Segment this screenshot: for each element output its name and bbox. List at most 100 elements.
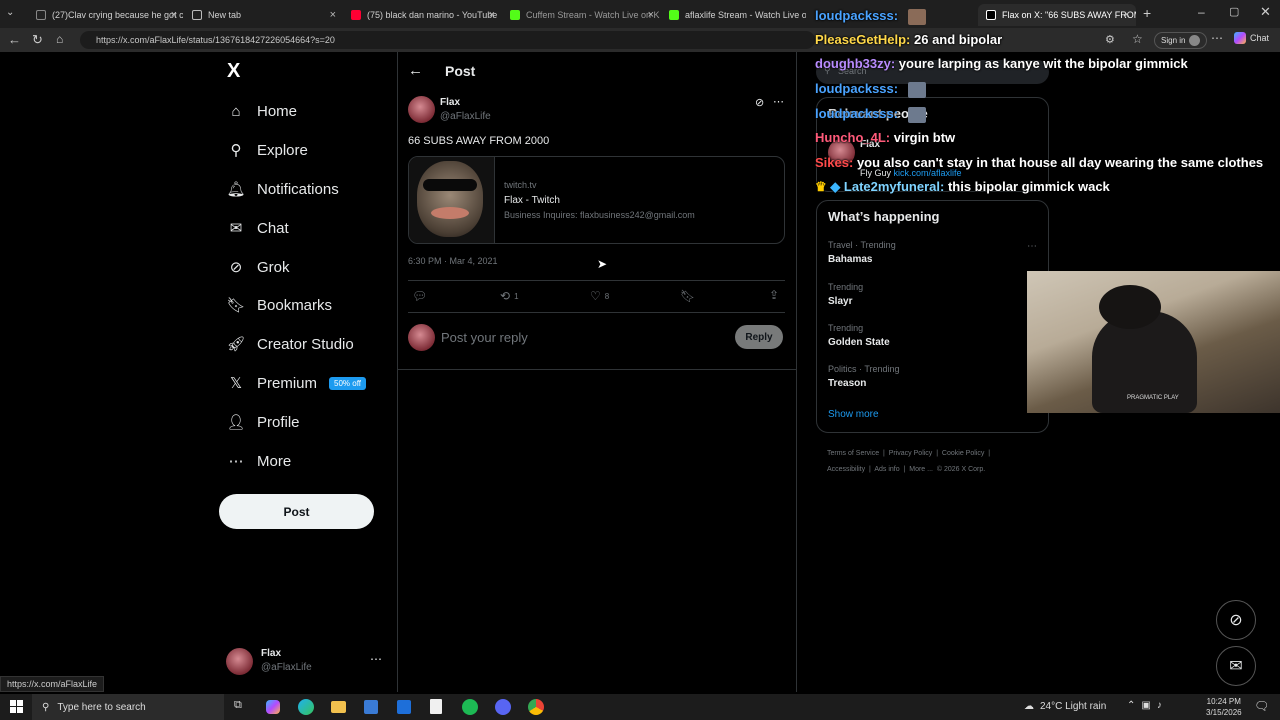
footer-link[interactable]: Privacy Policy: [889, 450, 933, 457]
author-name[interactable]: Flax: [440, 97, 460, 108]
nav-creator-studio[interactable]: 🚀︎ Creator Studio: [226, 332, 353, 356]
link-card[interactable]: twitch.tv Flax - Twitch Business Inquire…: [408, 156, 785, 244]
discord-icon[interactable]: [495, 699, 511, 715]
task-view-icon[interactable]: ⧉: [234, 699, 242, 712]
close-icon[interactable]: ×: [171, 9, 177, 21]
footer-link[interactable]: More ...: [909, 466, 933, 473]
file-icon[interactable]: [430, 699, 442, 714]
notifications-icon[interactable]: 🗨︎: [1254, 699, 1269, 713]
nav-explore[interactable]: ⚲ Explore: [227, 138, 308, 162]
trend-item[interactable]: Politics · Trending Treason: [828, 364, 900, 389]
trend-item[interactable]: Travel · Trending Bahamas: [828, 240, 896, 265]
trend-item[interactable]: Trending Golden State: [828, 323, 890, 348]
chrome-icon[interactable]: [528, 699, 544, 715]
nav-profile[interactable]: 👤︎ Profile: [226, 410, 299, 434]
close-icon[interactable]: ×: [330, 9, 336, 21]
more-icon[interactable]: ⋯: [1027, 241, 1037, 252]
close-icon[interactable]: ×: [1124, 9, 1130, 21]
tab-menu-button[interactable]: ⌄: [6, 7, 14, 18]
browser-tab-bar: ⌄ (27)Clav crying because he got ch × New…: [0, 0, 1280, 28]
like-count: 8: [604, 291, 610, 301]
file-explorer-icon[interactable]: [331, 701, 346, 713]
footer-link[interactable]: Ads info: [874, 466, 899, 473]
mail-app-icon[interactable]: [397, 700, 411, 714]
post-timestamp[interactable]: 6:30 PM · Mar 4, 2021: [408, 256, 498, 266]
avatar: [408, 324, 435, 351]
kick-icon: [669, 10, 679, 20]
nav-label: More: [257, 452, 292, 470]
sign-in-button[interactable]: Sign in: [1154, 32, 1208, 49]
copilot-chat-button[interactable]: Chat: [1234, 32, 1269, 44]
browser-tab[interactable]: (75) black dan marino - YouTube ×: [343, 4, 501, 26]
browser-tab[interactable]: aflaxlife Stream - Watch Live on Ki: [661, 4, 806, 26]
footer-link[interactable]: Cookie Policy: [942, 450, 984, 457]
more-icon[interactable]: ⋯: [370, 652, 382, 666]
footer-links: Terms of Service | Privacy Policy | Cook…: [827, 450, 991, 473]
grok-floating-button[interactable]: ⊘: [1216, 600, 1256, 640]
home-icon[interactable]: ⌂: [56, 32, 63, 46]
nav-label: Home: [257, 102, 298, 120]
store-icon[interactable]: [364, 700, 378, 714]
tiktok-icon: [36, 10, 46, 20]
weather-widget[interactable]: ☁ 24°C Light rain: [1024, 701, 1106, 712]
more-icon[interactable]: ⋯: [1211, 31, 1223, 45]
favorites-icon[interactable]: ☆: [1132, 32, 1143, 46]
divider: [398, 369, 796, 370]
browser-tab[interactable]: New tab ×: [184, 4, 342, 26]
footer-link[interactable]: Accessibility: [827, 466, 865, 473]
author-handle[interactable]: @aFlaxLife: [440, 111, 491, 122]
trend-item[interactable]: Trending Slayr: [828, 282, 863, 307]
new-tab-button[interactable]: +: [1143, 5, 1151, 21]
browser-tab[interactable]: Cuffem Stream - Watch Live on Ki ×: [502, 4, 660, 26]
lips-image: [431, 207, 469, 219]
url-field[interactable]: https://x.com/aFlaxLife/status/136761842…: [80, 31, 815, 49]
grok-icon[interactable]: ⊘: [755, 96, 764, 109]
nav-notifications[interactable]: 🔔︎ Notifications: [226, 177, 338, 201]
taskbar-search[interactable]: ⚲ Type here to search: [32, 694, 224, 720]
close-icon[interactable]: ×: [648, 9, 654, 21]
bookmark-icon[interactable]: 🔖︎: [680, 289, 695, 303]
author-avatar[interactable]: [408, 96, 435, 123]
windows-start-icon[interactable]: [10, 700, 23, 713]
chat-user: loudpacksss:: [815, 106, 899, 121]
post-button[interactable]: Post: [219, 494, 374, 529]
section-title: What’s happening: [828, 209, 940, 224]
premium-badge: 50% off: [329, 376, 366, 390]
maximize-button[interactable]: ▢: [1229, 5, 1239, 18]
back-icon[interactable]: ←: [8, 32, 21, 47]
x-logo[interactable]: X: [227, 60, 240, 83]
footer-link[interactable]: Terms of Service: [827, 450, 879, 457]
nav-home[interactable]: ⌂ Home: [227, 99, 297, 123]
edge-icon[interactable]: [298, 699, 314, 715]
more-icon[interactable]: ⋯: [773, 95, 784, 108]
refresh-icon[interactable]: ↻: [32, 32, 43, 48]
close-window-button[interactable]: ✕: [1260, 4, 1271, 20]
messages-floating-button[interactable]: ✉: [1216, 646, 1256, 686]
browser-tab[interactable]: (27)Clav crying because he got ch ×: [28, 4, 183, 26]
back-arrow-icon[interactable]: ←: [408, 62, 423, 79]
hair-image: [1099, 285, 1161, 329]
share-icon[interactable]: ⇪: [769, 288, 779, 302]
clock[interactable]: 10:24 PM 3/15/2026: [1206, 696, 1242, 718]
close-icon[interactable]: ×: [489, 9, 495, 21]
like-button[interactable]: ♡ 8: [590, 289, 609, 303]
show-more-link[interactable]: Show more: [828, 409, 879, 420]
system-tray[interactable]: ⌃▣♪: [1127, 700, 1168, 711]
nav-more[interactable]: ⋯ More: [227, 449, 292, 473]
nav-bookmarks[interactable]: 🔖︎ Bookmarks: [226, 293, 332, 317]
copilot-icon[interactable]: [266, 700, 280, 714]
nav-grok[interactable]: ⊘ Grok: [227, 255, 290, 279]
reply-input[interactable]: Post your reply: [441, 330, 528, 345]
account-handle: @aFlaxLife: [261, 662, 312, 673]
nav-chat[interactable]: ✉ Chat: [227, 216, 289, 240]
browser-tab-active[interactable]: Flax on X: "66 SUBS AWAY FROM ×: [978, 4, 1136, 26]
minimize-button[interactable]: –: [1198, 5, 1205, 19]
reply-button[interactable]: Reply: [735, 325, 783, 349]
spotify-icon[interactable]: [462, 699, 478, 715]
reply-icon[interactable]: 💬︎: [412, 289, 427, 303]
account-switcher[interactable]: Flax @aFlaxLife ⋯: [226, 646, 386, 676]
nav-premium[interactable]: 𝕏 Premium 50% off: [227, 371, 366, 395]
repost-button[interactable]: ⟲ 1: [500, 289, 519, 303]
chat-message: loudpacksss:: [815, 8, 926, 25]
settings-icon[interactable]: ⚙: [1105, 33, 1115, 46]
